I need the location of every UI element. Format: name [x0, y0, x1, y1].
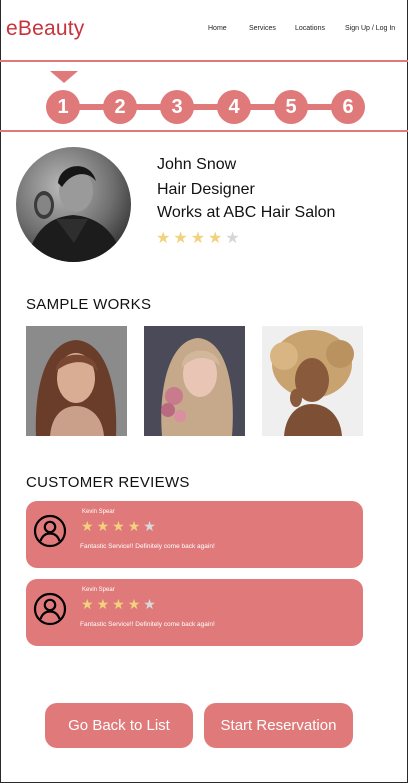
star-filled-icon: ★: [127, 518, 144, 534]
star-empty-icon: ★: [143, 518, 159, 534]
header: eBeauty Home Services Locations Sign Up …: [0, 0, 408, 61]
star-filled-icon: ★: [208, 230, 226, 247]
star-filled-icon: ★: [112, 518, 128, 534]
star-empty-icon: ★: [143, 596, 159, 612]
logo[interactable]: eBeauty: [6, 17, 84, 41]
star-filled-icon: ★: [81, 518, 97, 534]
stepper-divider: [0, 130, 408, 132]
current-step-pointer-icon: [50, 71, 78, 83]
review-rating: ★★★★★: [81, 596, 159, 613]
review-text: Fantastic Service!! Definitely come back…: [80, 621, 215, 628]
user-avatar-icon: [33, 514, 67, 548]
star-filled-icon: ★: [190, 230, 209, 247]
designer-workplace: Works at ABC Hair Salon: [157, 204, 336, 221]
reviewer-name: Kevin Spear: [82, 509, 115, 515]
star-filled-icon: ★: [96, 518, 113, 534]
user-avatar-icon: [33, 592, 67, 626]
star-filled-icon: ★: [81, 596, 97, 612]
review-rating: ★★★★★: [81, 518, 159, 535]
star-filled-icon: ★: [156, 230, 174, 247]
sample-work-image[interactable]: [26, 326, 127, 436]
designer-photo: [16, 147, 131, 262]
start-reservation-button[interactable]: Start Reservation: [204, 703, 353, 748]
review-card: Kevin Spear ★★★★★ Fantastic Service!! De…: [26, 501, 363, 568]
review-text: Fantastic Service!! Definitely come back…: [80, 543, 215, 550]
customer-reviews-title: CUSTOMER REVIEWS: [26, 474, 190, 491]
progress-stepper: 1 2 3 4 5 6: [0, 62, 408, 130]
designer-role: Hair Designer: [157, 181, 255, 198]
review-card: Kevin Spear ★★★★★ Fantastic Service!! De…: [26, 579, 363, 646]
star-empty-icon: ★: [225, 230, 243, 247]
sample-work-image[interactable]: [144, 326, 245, 436]
go-back-button[interactable]: Go Back to List: [45, 703, 193, 748]
star-filled-icon: ★: [96, 596, 113, 612]
star-filled-icon: ★: [112, 596, 128, 612]
designer-avatar: [16, 147, 131, 262]
step-1[interactable]: 1: [46, 90, 80, 124]
nav-locations-link[interactable]: Locations: [295, 25, 325, 32]
nav-signup-link[interactable]: Sign Up / Log In: [345, 25, 395, 32]
designer-rating: ★★★★★: [156, 228, 243, 248]
step-5[interactable]: 5: [274, 90, 308, 124]
star-filled-icon: ★: [127, 596, 144, 612]
designer-name: John Snow: [157, 156, 237, 173]
sample-works-title: SAMPLE WORKS: [26, 296, 152, 313]
star-filled-icon: ★: [173, 230, 191, 247]
nav-home-link[interactable]: Home: [208, 25, 227, 32]
step-6[interactable]: 6: [331, 90, 365, 124]
sample-work-image[interactable]: [262, 326, 363, 436]
step-3[interactable]: 3: [160, 90, 194, 124]
nav-services-link[interactable]: Services: [249, 25, 276, 32]
reviewer-name: Kevin Spear: [82, 587, 115, 593]
step-2[interactable]: 2: [103, 90, 137, 124]
step-4[interactable]: 4: [217, 90, 251, 124]
